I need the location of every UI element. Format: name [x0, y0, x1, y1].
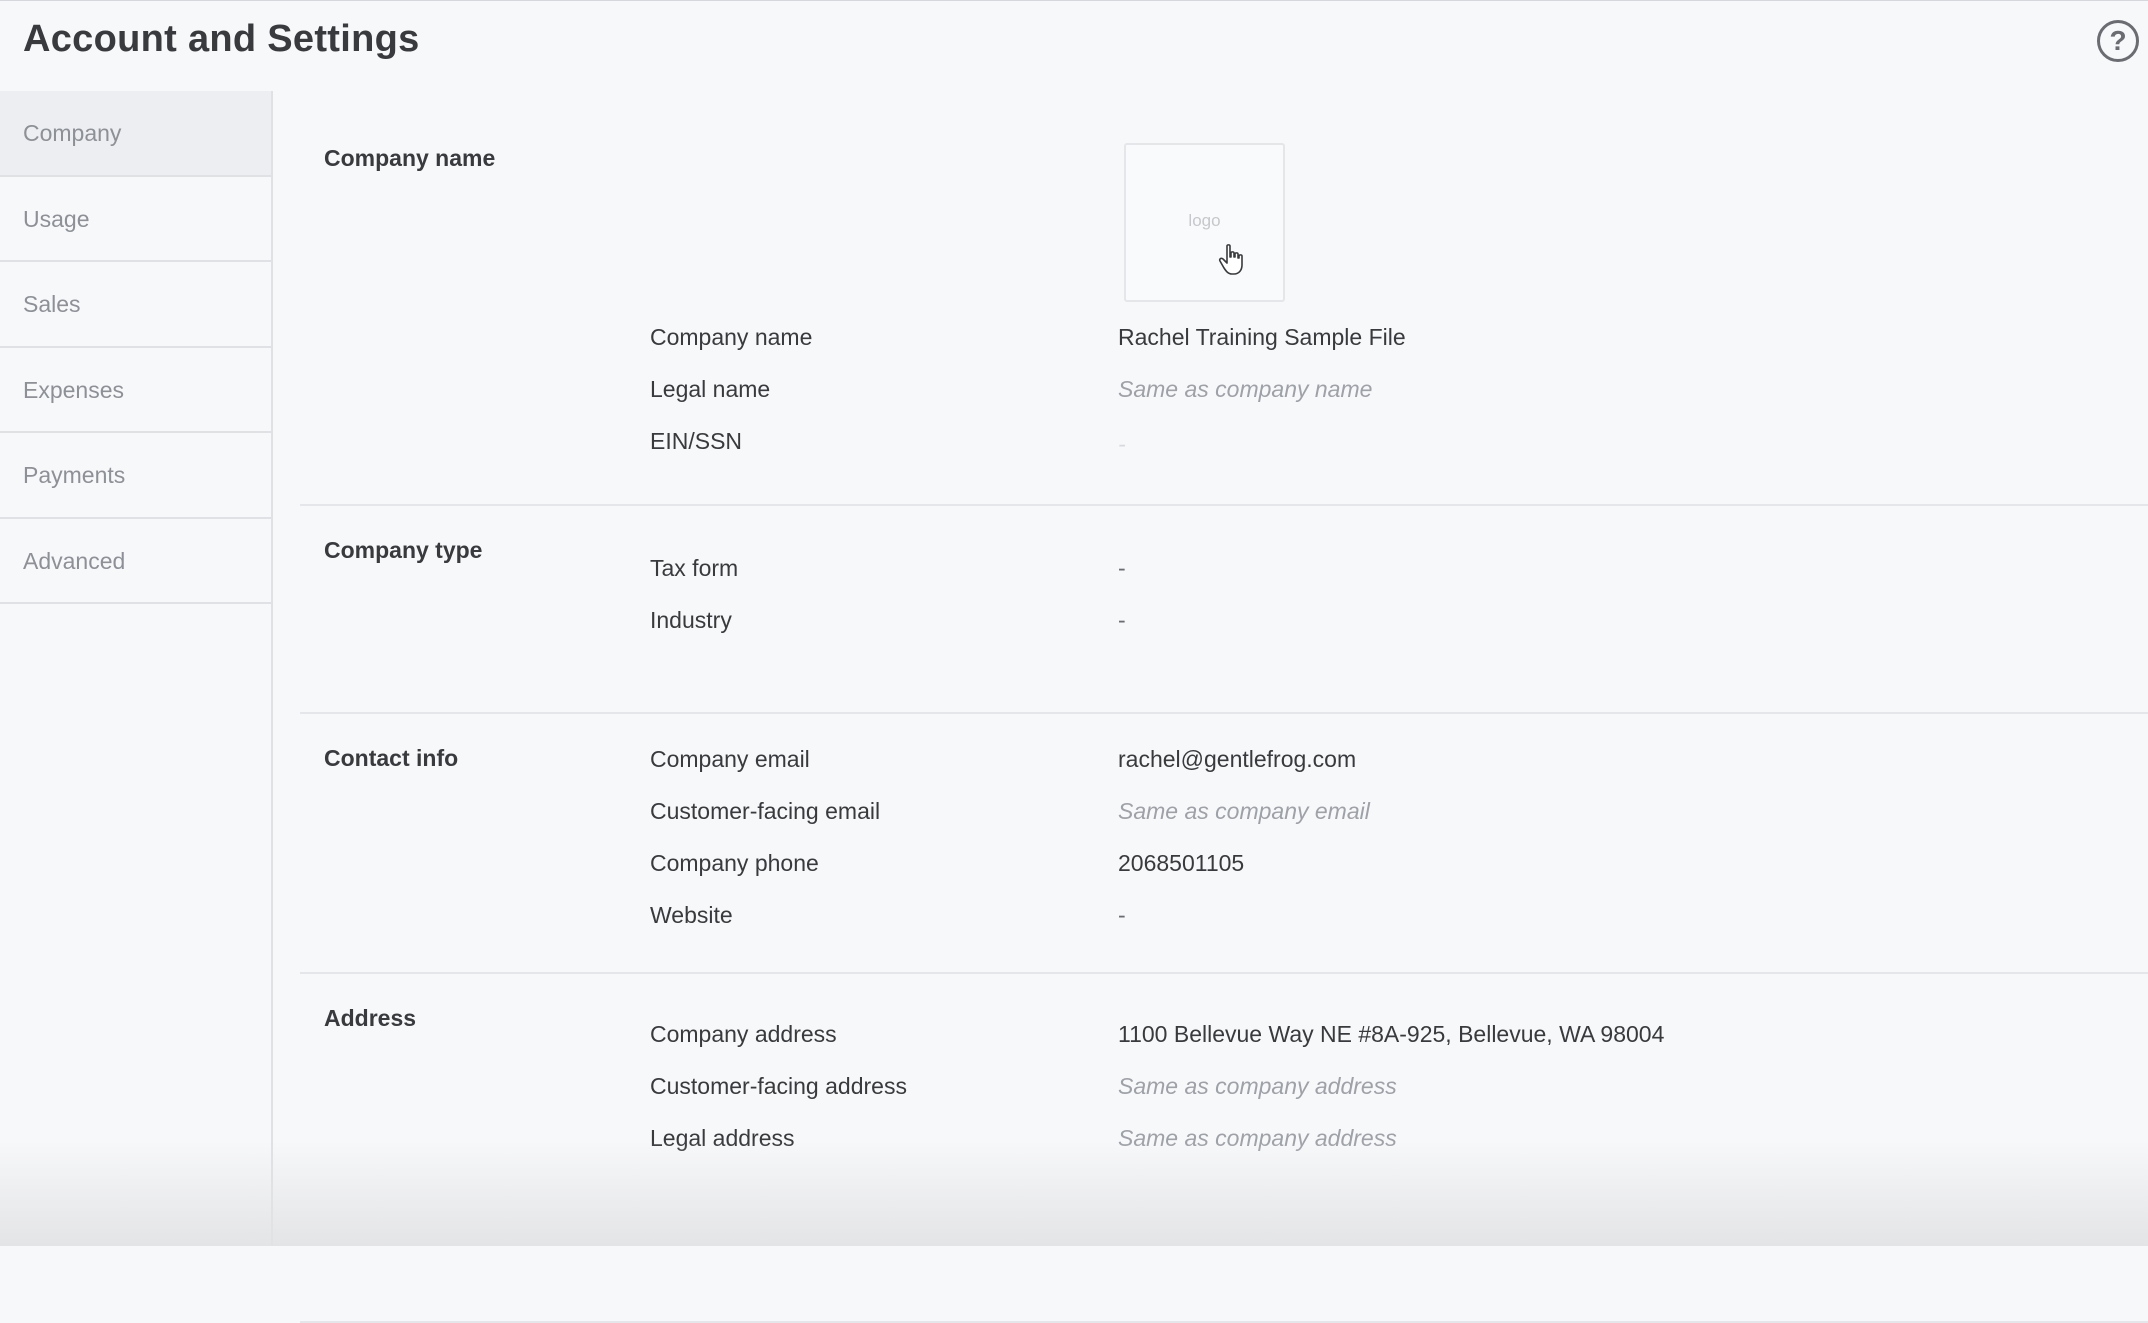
sidebar-item-label: Sales: [23, 291, 81, 317]
row-label-ein-ssn: EIN/SSN: [650, 428, 743, 454]
row-value-legal-address: Same as company address: [1118, 1125, 1397, 1151]
logo-placeholder: logo: [1188, 211, 1221, 230]
sidebar-item-sales[interactable]: Sales: [0, 262, 271, 348]
sidebar-item-company[interactable]: Company: [0, 91, 271, 177]
row-value-industry: -: [1118, 607, 1126, 633]
row-value-legal-name: Same as company name: [1118, 376, 1373, 402]
contact-info-section[interactable]: Contact info Company email rachel@gentle…: [300, 715, 2148, 974]
sidebar-item-label: Usage: [23, 205, 90, 232]
row-value-ein-ssn: -: [1118, 431, 1126, 457]
sidebar-item-expenses[interactable]: Expenses: [0, 348, 271, 433]
row-value-company-address: 1100 Bellevue Way NE #8A-925, Bellevue, …: [1118, 1021, 1665, 1047]
row-value-customer-facing-address: Same as company address: [1118, 1073, 1397, 1099]
row-label-tax-form: Tax form: [650, 555, 739, 581]
page-title: Account and Settings: [23, 18, 420, 60]
section-title: Address: [324, 1005, 417, 1031]
sidebar-item-payments[interactable]: Payments: [0, 433, 271, 519]
settings-content: Company name logo Company name Rachel Tr…: [300, 91, 2148, 1323]
sidebar-item-usage[interactable]: Usage: [0, 177, 271, 262]
row-value-website: -: [1118, 902, 1126, 928]
row-label-company-email: Company email: [650, 746, 810, 772]
row-label-company-phone: Company phone: [650, 850, 819, 876]
row-value-company-name: Rachel Training Sample File: [1118, 324, 1406, 350]
address-section[interactable]: Address Company address 1100 Bellevue Wa…: [300, 975, 2148, 1323]
row-value-customer-facing-email: Same as company email: [1118, 798, 1370, 824]
row-label-company-name: Company name: [650, 324, 813, 350]
row-label-website: Website: [650, 902, 733, 928]
row-label-customer-facing-address: Customer-facing address: [650, 1073, 907, 1099]
section-title: Contact info: [324, 745, 459, 771]
row-label-legal-address: Legal address: [650, 1125, 795, 1151]
settings-sidebar: Company Usage Sales Expenses Payments Ad…: [0, 91, 273, 1246]
page-header: Account and Settings ?: [0, 0, 2148, 90]
logo-upload[interactable]: logo: [1124, 143, 1285, 302]
section-title: Company type: [324, 537, 483, 563]
question-circle-icon[interactable]: ?: [2097, 20, 2139, 62]
sidebar-item-label: Advanced: [23, 547, 126, 574]
row-label-company-address: Company address: [650, 1021, 837, 1047]
company-type-section[interactable]: Company type Tax form - Industry -: [300, 507, 2148, 714]
row-label-customer-facing-email: Customer-facing email: [650, 798, 881, 824]
sidebar-item-label: Payments: [23, 462, 126, 488]
row-label-industry: Industry: [650, 607, 732, 633]
sidebar-item-label: Expenses: [23, 376, 125, 403]
company-name-section[interactable]: Company name logo Company name Rachel Tr…: [300, 91, 2148, 506]
section-title: Company name: [324, 145, 496, 171]
row-value-company-phone: 2068501105: [1118, 850, 1245, 876]
row-label-legal-name: Legal name: [650, 376, 771, 402]
row-value-company-email: rachel@gentlefrog.com: [1118, 746, 1357, 772]
sidebar-item-advanced[interactable]: Advanced: [0, 519, 271, 604]
sidebar-item-label: Company: [23, 120, 122, 146]
row-value-tax-form: -: [1118, 555, 1126, 581]
hand-cursor-icon: [1218, 244, 1243, 275]
